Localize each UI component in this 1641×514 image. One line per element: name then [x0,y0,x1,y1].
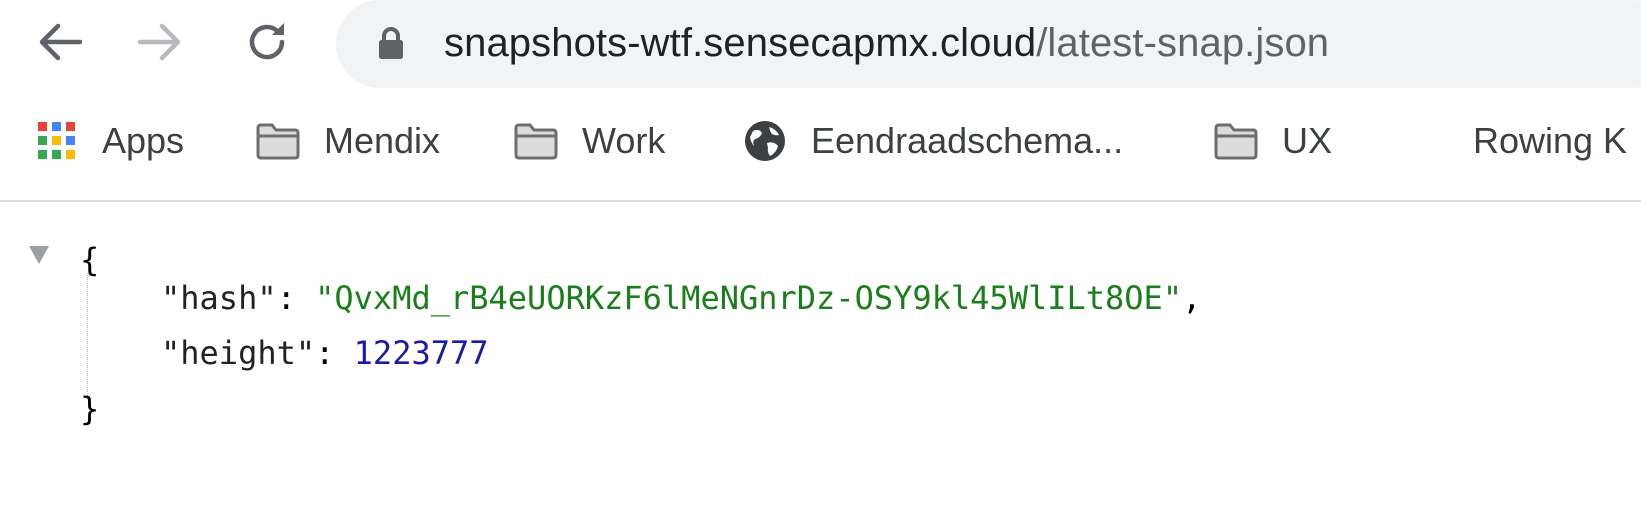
bookmark-label: Rowing K [1473,120,1628,161]
reload-button[interactable] [238,13,296,71]
bookmark-apps[interactable]: Apps [36,111,184,171]
bookmark-label: UX [1282,120,1333,161]
json-string-value: "QvxMd_rB4eUORKzF6lMeNGnrDz-OSY9kl45WlIL… [315,279,1183,317]
arrow-right-icon [138,23,181,61]
bookmark-ux[interactable]: UX [1214,111,1332,171]
json-number-value: 1223777 [353,334,489,372]
bookmarks-bar: Apps Mendix Work Eendraadschema... UX Ro… [0,103,1641,183]
json-close-brace: } [80,390,100,428]
bookmark-mendix[interactable]: Mendix [256,111,440,171]
json-colon: : [276,279,316,317]
url-text[interactable]: snapshots-wtf.sensecapmx.cloud/latest-sn… [444,18,1329,68]
back-button[interactable] [31,13,89,71]
folder-icon [514,123,558,160]
toolbar-divider [0,200,1641,202]
bookmark-label: Apps [102,120,185,161]
browser-toolbar: snapshots-wtf.sensecapmx.cloud/latest-sn… [0,0,1641,92]
reload-icon [249,23,285,60]
folder-icon [1214,123,1258,160]
json-row-hash: "hash": "QvxMd_rB4eUORKzF6lMeNGnrDz-OSY9… [161,270,1201,326]
json-comma: , [1182,279,1202,317]
bookmark-label: Mendix [324,120,441,161]
forward-button[interactable] [131,13,189,71]
globe-icon [745,121,785,161]
json-colon: : [315,334,354,372]
json-key: "hash" [161,279,277,317]
json-viewer: { "hash": "QvxMd_rB4eUORKzF6lMeNGnrDz-OS… [0,232,1641,512]
bookmark-label: Work [582,120,666,161]
json-open-brace: { [80,241,100,279]
apps-grid-icon [38,122,75,159]
url-host: snapshots-wtf.sensecapmx.cloud [444,21,1037,65]
json-row-height: "height": 1223777 [161,325,489,381]
bookmark-work[interactable]: Work [514,111,665,171]
bookmark-rowing[interactable]: Rowing K [1473,111,1627,171]
url-path: /latest-snap.json [1036,21,1330,65]
bookmark-eendraadschema[interactable]: Eendraadschema... [743,111,1123,171]
lock-icon[interactable] [376,26,406,60]
json-key: "height" [161,334,316,372]
arrow-left-icon [39,23,82,61]
address-bar[interactable]: snapshots-wtf.sensecapmx.cloud/latest-sn… [336,0,1641,88]
folder-icon [256,123,300,160]
bookmark-label: Eendraadschema... [811,120,1124,161]
